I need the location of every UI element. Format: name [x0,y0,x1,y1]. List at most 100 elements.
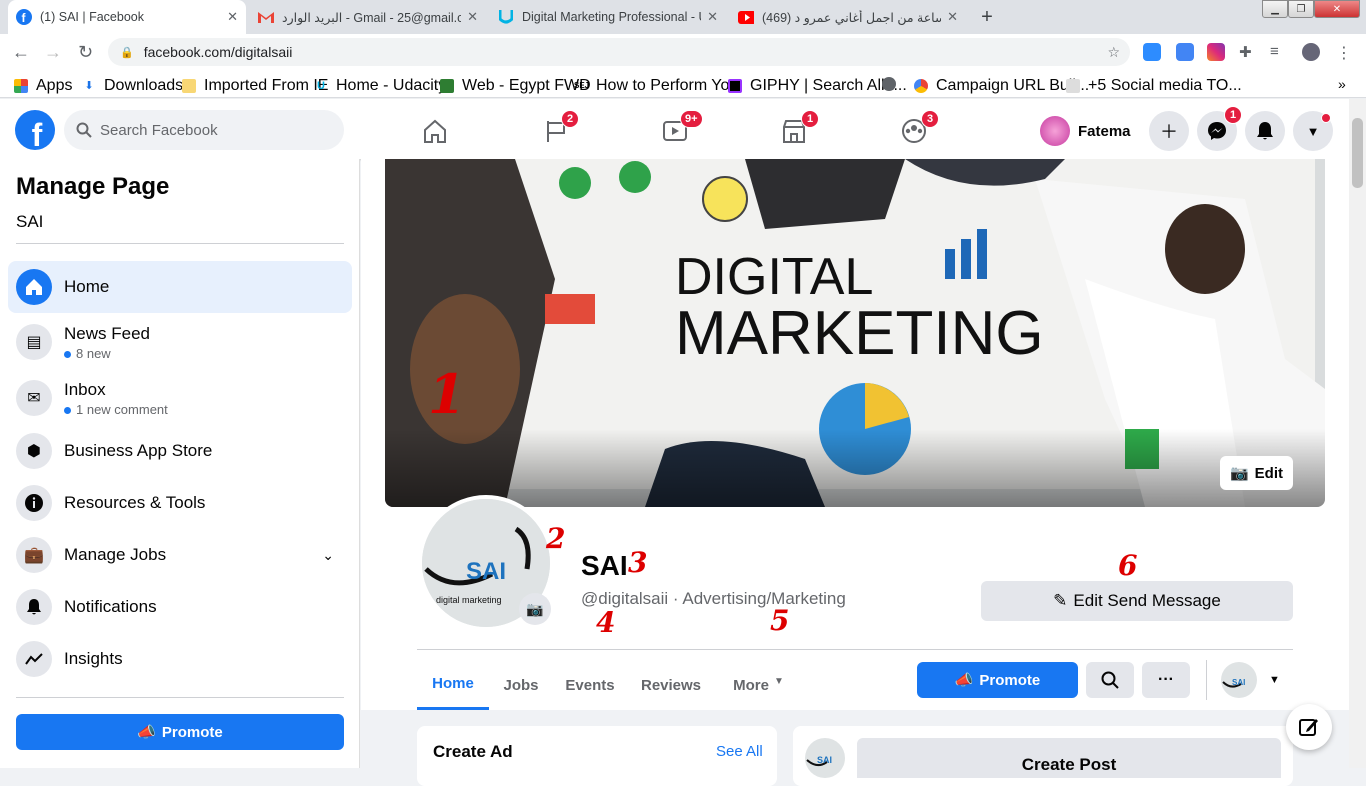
new-tab-button[interactable]: + [976,6,998,28]
browser-tab-gmail[interactable]: البريد الوارد - Gmail - 25@gmail.com ✕ [250,0,486,34]
facebook-logo-icon[interactable]: f [15,110,55,150]
bookmark-campaign-url[interactable]: Campaign URL Buil... [914,77,1089,95]
sidebar-page-name: SAI [16,212,44,231]
divider [16,243,344,244]
sidebar-item-label: Insights [64,649,123,668]
bookmark-social-media[interactable]: +5 Social media TO... [1066,77,1242,95]
browser-tab-facebook[interactable]: f (1) SAI | Facebook ✕ [8,0,246,34]
sidebar-item-notifications[interactable]: Notifications [8,584,352,630]
account-alert-dot [1321,113,1331,123]
divider [417,649,1293,650]
forward-icon[interactable]: → [44,42,62,63]
scrollbar-thumb[interactable] [1352,118,1363,188]
sidebar-item-inbox[interactable]: ✉ Inbox 1 new comment [8,372,352,424]
minimize-button[interactable]: ▁ [1262,0,1288,18]
sidebar-item-manage-jobs[interactable]: 💼 Manage Jobs ⌄ [8,532,352,578]
bookmark-apps[interactable]: Apps [14,77,72,95]
edit-cover-button[interactable]: 📷 Edit [1220,456,1293,490]
sidebar-item-business-app-store[interactable]: ⬢ Business App Store [8,428,352,474]
page-switcher[interactable]: SAI ▼ [1206,660,1286,700]
avatar [1040,116,1070,146]
browser-tab-youtube[interactable]: (469) ساعة من اجمل أغاني عمرو د ✕ [730,0,966,34]
close-tab-icon[interactable]: ✕ [227,9,238,25]
sidebar-item-resources-tools[interactable]: Resources & Tools [8,480,352,526]
extensions-puzzle-icon[interactable]: ✚ [1239,43,1257,61]
cover-photo[interactable]: DIGITAL MARKETING [385,159,1325,507]
bell-icon [16,589,52,625]
bookmark-star-icon[interactable]: ☆ [1107,44,1120,61]
tab-more[interactable]: More [715,660,775,710]
update-profile-picture-camera-icon[interactable]: 📷 [519,593,551,625]
edit-send-message-button[interactable]: ✎ Edit Send Message [981,581,1293,621]
profile-chip[interactable]: Fatema [1040,111,1131,151]
instagram-extension-icon[interactable] [1207,43,1225,61]
page-handle-category: @digitalsaii · Advertising/Marketing [581,589,846,608]
edit-cover-label: Edit [1254,464,1284,482]
sidebar-item-news-feed[interactable]: ▤ News Feed 8 new [8,316,352,368]
page-search-button[interactable] [1086,662,1134,698]
chevron-down-icon[interactable]: ⌄ [322,547,334,564]
close-tab-icon[interactable]: ✕ [467,9,478,25]
bookmark-sej[interactable]: SEJ How to Perform Yo... [574,77,743,95]
browser-tab-udacity[interactable]: Digital Marketing Professional - U ✕ [490,0,726,34]
create-post-button[interactable]: Create Post [857,738,1281,778]
translate-extension-icon[interactable] [1176,43,1194,61]
bookmark-udacity[interactable]: U Home - Udacity [314,77,446,95]
search-input[interactable]: Search Facebook [64,110,344,150]
campaign-icon [914,79,928,93]
search-icon [76,122,92,138]
new-message-compose-icon[interactable] [1286,704,1332,750]
more-bookmarks-icon[interactable]: » [1338,76,1346,92]
create-plus-icon[interactable]: ＋ [1149,111,1189,151]
page-scrollbar[interactable] [1349,99,1366,768]
annotation-6: 6 [1118,549,1138,582]
address-bar[interactable]: 🔒 facebook.com/digitalsaii ☆ [108,38,1130,66]
tab-reviews[interactable]: Reviews [629,660,713,710]
media-queue-icon[interactable]: ≡ [1270,43,1288,61]
sidebar-promote-button[interactable]: 📣 Promote [16,714,344,750]
promote-button[interactable]: 📣 Promote [917,662,1078,698]
annotation-4: 4 [596,606,616,639]
logo-tagline: digital marketing [436,595,502,605]
sidebar-title: Manage Page [16,173,170,200]
browser-menu-icon[interactable]: ⋮ [1336,43,1354,62]
more-options-icon[interactable]: ··· [1142,662,1190,698]
profile-avatar-icon[interactable] [1302,43,1320,61]
megaphone-icon: 📣 [954,672,974,689]
apps-grid-icon [14,79,28,93]
tab-home[interactable]: Home [417,660,489,710]
sidebar-item-insights[interactable]: Insights [8,636,352,682]
bookmark-downloads[interactable]: ⬇ Downloads [82,77,183,95]
annotation-3: 3 [628,546,648,579]
close-window-button[interactable]: ✕ [1314,0,1360,18]
sidebar-item-home[interactable]: Home [8,261,352,313]
close-tab-icon[interactable]: ✕ [947,9,958,25]
sidebar-item-label: Manage Jobs [64,545,167,564]
tab-events[interactable]: Events [553,660,627,710]
facebook-icon: f [16,9,32,25]
logo-text: SAI [466,558,506,585]
annotation-1: 1 [428,362,466,426]
newsfeed-icon: ▤ [16,324,52,360]
giphy-icon [728,79,742,93]
zoom-extension-icon[interactable] [1143,43,1161,61]
maximize-button[interactable]: ❐ [1288,0,1314,18]
notifications-bell-icon[interactable] [1245,111,1285,151]
bookmark-label: How to Perform Yo... [596,77,743,94]
bookmark-imported-ie[interactable]: Imported From IE [182,77,328,95]
udacity-icon: U [317,80,325,92]
back-icon[interactable]: ← [12,42,30,63]
reload-icon[interactable]: ↻ [78,42,93,63]
search-placeholder: Search Facebook [100,121,218,139]
bookmark-giphy[interactable]: GIPHY | Search All t... [728,77,907,95]
tab-jobs[interactable]: Jobs [491,660,551,710]
pencil-icon: ✎ [1053,591,1068,610]
bookmark-globe[interactable] [882,77,904,91]
bookmark-egypt-fwd[interactable]: Web - Egypt FWD [440,77,591,95]
megaphone-icon: 📣 [137,724,156,741]
see-all-link[interactable]: See All [716,743,763,760]
close-tab-icon[interactable]: ✕ [707,9,718,25]
caret-down-icon[interactable]: ▼ [774,676,784,687]
home-nav-icon[interactable] [421,117,449,145]
bookmark-label: Downloads [104,77,184,94]
